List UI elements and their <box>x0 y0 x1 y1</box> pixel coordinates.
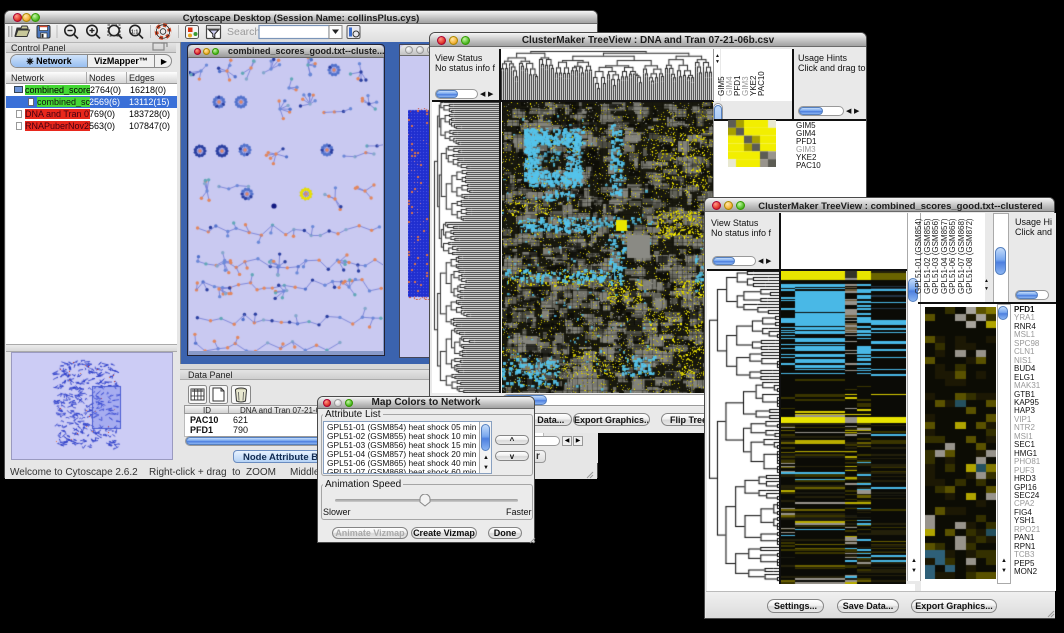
svg-text:1:1: 1:1 <box>131 30 138 36</box>
svg-text:Search:: Search: <box>227 26 263 38</box>
